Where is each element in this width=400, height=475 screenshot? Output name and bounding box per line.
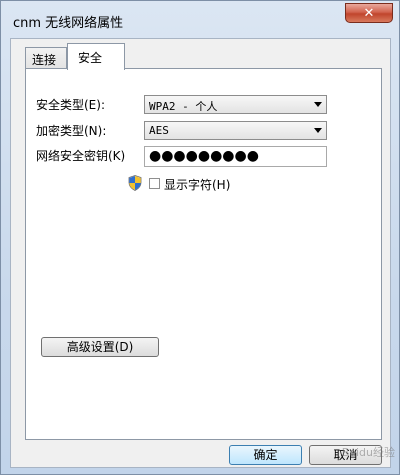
dropdown-arrow-icon: [314, 128, 322, 133]
title-bar[interactable]: cnm 无线网络属性 ✕: [1, 1, 399, 39]
tab-security[interactable]: 安全: [67, 43, 125, 70]
ok-button[interactable]: 确定: [229, 445, 302, 465]
dropdown-arrow-icon: [314, 102, 322, 107]
show-characters-checkbox[interactable]: [149, 178, 160, 189]
window-title: cnm 无线网络属性: [13, 16, 124, 31]
dialog-window: cnm 无线网络属性 ✕ 连接 安全 安全类型(E): WPA2 - 个人 加密…: [0, 0, 400, 475]
encryption-type-select[interactable]: AES: [144, 121, 327, 140]
watermark-text: Baidu经验: [341, 446, 395, 459]
shield-icon: [128, 175, 142, 191]
network-key-label: 网络安全密钥(K): [36, 149, 126, 163]
dialog-client-area: 连接 安全 安全类型(E): WPA2 - 个人 加密类型(N): AES 网络…: [10, 38, 391, 468]
security-type-value: WPA2 - 个人: [149, 100, 218, 113]
close-icon: ✕: [363, 5, 375, 21]
security-type-select[interactable]: WPA2 - 个人: [144, 95, 327, 114]
security-type-label: 安全类型(E):: [36, 98, 105, 112]
show-characters-label[interactable]: 显示字符(H): [164, 176, 230, 193]
close-button[interactable]: ✕: [345, 3, 393, 23]
encryption-type-label: 加密类型(N):: [36, 124, 107, 138]
network-key-input[interactable]: ●●●●●●●●●: [144, 146, 327, 167]
advanced-settings-button[interactable]: 高级设置(D): [41, 337, 159, 357]
tab-connection[interactable]: 连接: [25, 47, 67, 69]
encryption-type-value: AES: [149, 124, 169, 137]
